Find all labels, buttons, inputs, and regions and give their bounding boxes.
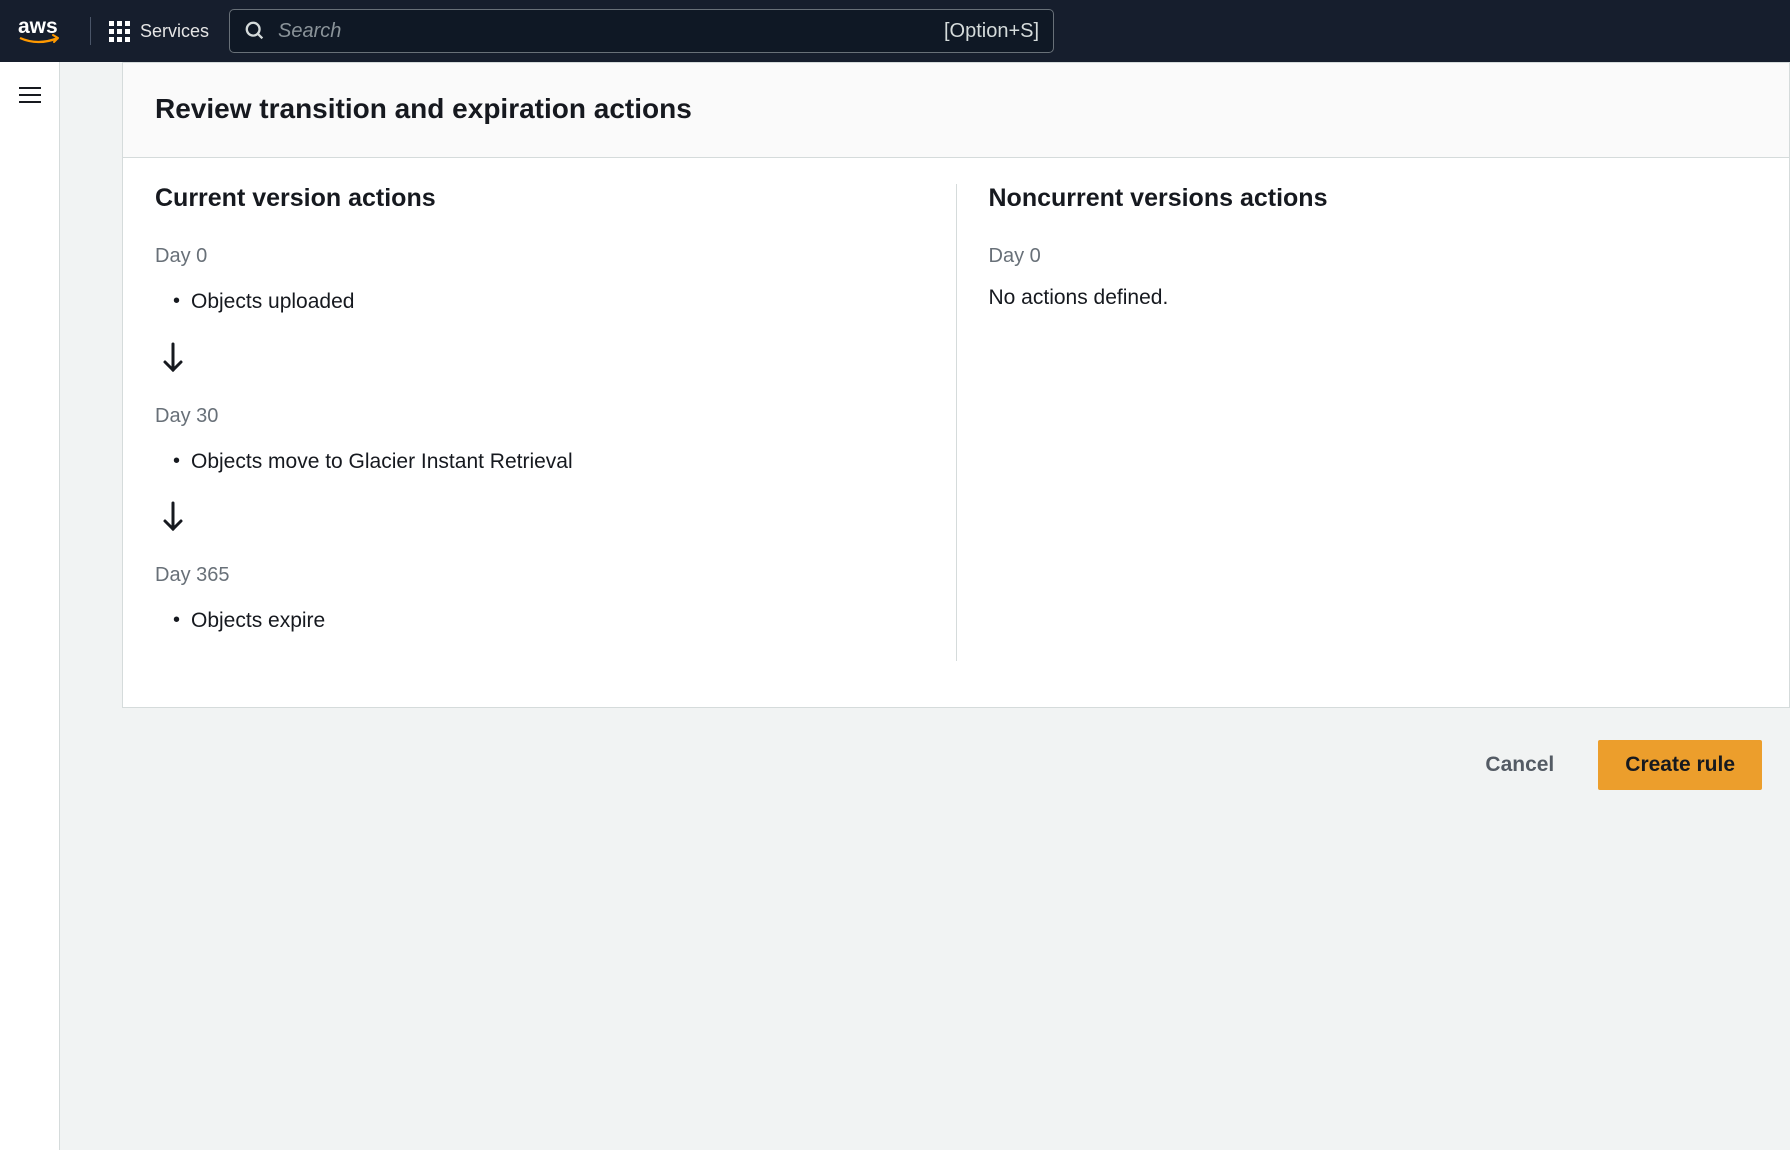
grid-icon [109,21,130,42]
noncurrent-version-column: Noncurrent versions actions Day 0 No act… [956,184,1758,661]
action-list: Objects move to Glacier Instant Retrieva… [155,446,924,478]
noncurrent-version-heading: Noncurrent versions actions [989,184,1758,213]
search-input[interactable] [278,20,932,43]
panel-header: Review transition and expiration actions [123,62,1789,158]
content-area: Review transition and expiration actions… [60,62,1790,1150]
side-rail [0,62,60,1150]
nav-divider [90,17,91,45]
search-icon [244,20,266,42]
arrow-down-icon [161,342,924,377]
day-label: Day 0 [989,245,1758,268]
day-label: Day 365 [155,564,924,587]
menu-toggle-button[interactable] [13,80,47,110]
current-version-column: Current version actions Day 0 Objects up… [155,184,956,661]
search-shortcut: [Option+S] [944,20,1039,43]
action-list: Objects uploaded [155,286,924,318]
search-box[interactable]: [Option+S] [229,9,1054,53]
current-version-heading: Current version actions [155,184,924,213]
action-list: Objects expire [155,605,924,637]
hamburger-icon [19,86,41,104]
day-label: Day 0 [155,245,924,268]
svg-text:aws: aws [18,15,58,38]
services-button[interactable]: Services [109,21,209,42]
services-label: Services [140,21,209,42]
arrow-down-icon [161,501,924,536]
action-item: Objects move to Glacier Instant Retrieva… [173,446,924,478]
top-nav: aws Services [Option+S] [0,0,1790,62]
no-actions-text: No actions defined. [989,286,1758,310]
create-rule-button[interactable]: Create rule [1598,740,1762,790]
review-panel: Review transition and expiration actions… [122,62,1790,708]
action-item: Objects uploaded [173,286,924,318]
footer-actions: Cancel Create rule [60,736,1790,790]
action-item: Objects expire [173,605,924,637]
panel-title: Review transition and expiration actions [155,93,1757,125]
aws-logo[interactable]: aws [18,0,72,62]
day-label: Day 30 [155,405,924,428]
cancel-button[interactable]: Cancel [1465,741,1574,789]
